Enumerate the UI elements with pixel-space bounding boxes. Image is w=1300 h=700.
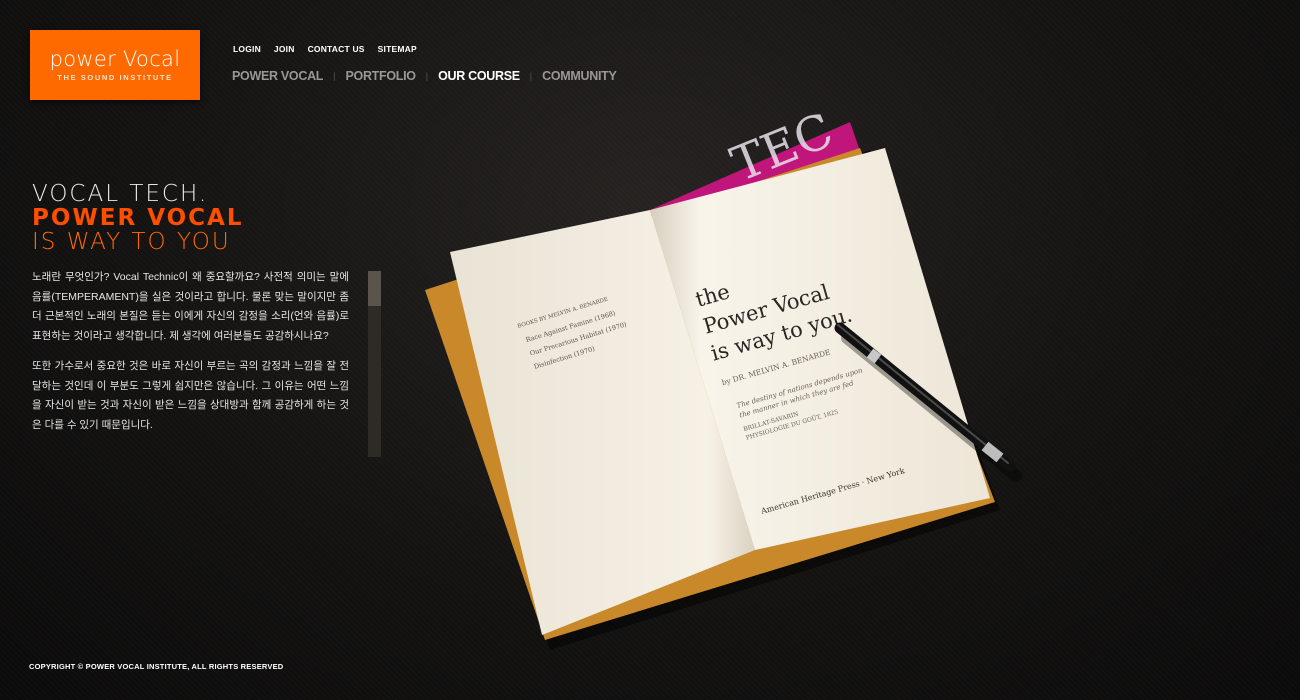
- nav-portfolio[interactable]: PORTFOLIO: [346, 69, 417, 83]
- open-book-image: TEC BOOKS BY MELVIN A. BENARDE Race Agai…: [425, 110, 1022, 650]
- footer-copyright: COPYRIGHT © POWER VOCAL INSTITUTE, ALL R…: [29, 662, 284, 671]
- nav-our-course[interactable]: OUR COURSE: [438, 69, 520, 83]
- utility-nav: LOGIN JOIN CONTACT US SITEMAP: [233, 44, 417, 54]
- description-paragraph-2: 또한 가수로서 중요한 것은 바로 자신이 부르는 곡의 감정과 느낌을 잘 전…: [32, 360, 349, 431]
- login-link[interactable]: LOGIN: [233, 44, 261, 54]
- hero-title: VOCAL TECH. POWER VOCAL IS WAY TO YOU: [32, 182, 244, 254]
- logo-wordmark: power Vocal: [49, 47, 181, 71]
- logo[interactable]: power Vocal THE SOUND INSTITUTE: [30, 30, 200, 100]
- description-paragraph-1: 노래란 무엇인가? Vocal Technic이 왜 중요할까요? 사전적 의미…: [32, 271, 349, 342]
- hero-line-2: POWER VOCAL: [32, 205, 244, 231]
- logo-tagline: THE SOUND INSTITUTE: [57, 73, 173, 82]
- scrollbar-thumb[interactable]: [368, 271, 381, 306]
- join-link[interactable]: JOIN: [274, 44, 295, 54]
- main-nav: POWER VOCAL | PORTFOLIO | OUR COURSE | C…: [232, 69, 617, 83]
- nav-community[interactable]: COMMUNITY: [542, 69, 617, 83]
- hero-line-1: VOCAL TECH.: [32, 181, 209, 207]
- nav-power-vocal[interactable]: POWER VOCAL: [232, 69, 323, 83]
- contact-us-link[interactable]: CONTACT US: [308, 44, 365, 54]
- description-scrollbar[interactable]: [368, 271, 381, 457]
- nav-separator: |: [425, 71, 429, 81]
- hero-line-3: IS WAY TO YOU: [32, 229, 231, 255]
- description-text: 노래란 무엇인가? Vocal Technic이 왜 중요할까요? 사전적 의미…: [32, 268, 349, 446]
- nav-separator: |: [529, 71, 533, 81]
- nav-separator: |: [333, 71, 336, 81]
- sitemap-link[interactable]: SITEMAP: [378, 44, 417, 54]
